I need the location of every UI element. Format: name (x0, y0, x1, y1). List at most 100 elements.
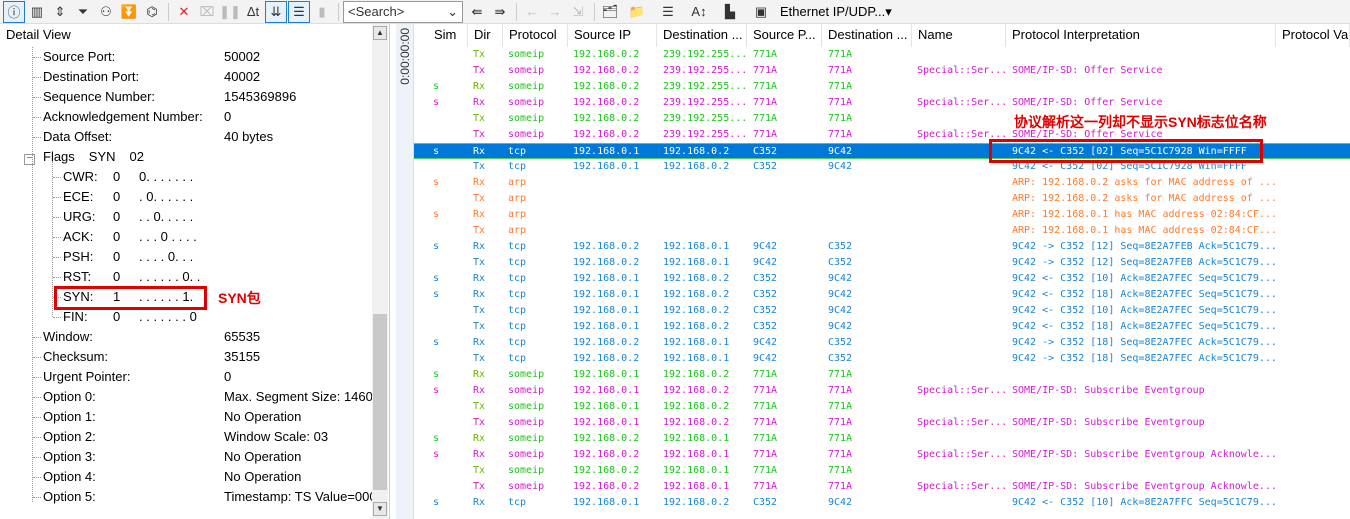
back-button[interactable]: ← (521, 1, 543, 23)
tree-item[interactable]: Sequence Number: 1545369896 (33, 87, 340, 107)
network-button[interactable]: ▣ (746, 1, 776, 23)
detail-scrollbar-thumb[interactable] (373, 314, 387, 490)
tree-item[interactable]: Data Offset: 40 bytes (33, 127, 340, 147)
flag-item-cwr[interactable]: CWR: 0 0. . . . . . . (53, 167, 363, 187)
tree-item-flags[interactable]: − Flags SYN 02 (24, 147, 144, 167)
column-header-protocol-interpretation[interactable]: Protocol Interpretation (1006, 24, 1276, 47)
table-row[interactable]: Tx someip 192.168.0.2 192.168.0.1 771A 771A Sp… (414, 479, 1350, 495)
cell-source-ip: 192.168.0.1 (573, 497, 640, 508)
tree-item[interactable]: Source Port: 50002 (33, 47, 340, 67)
find-next-button[interactable]: ⇛ (489, 1, 511, 23)
split-button[interactable]: ⇕ (49, 1, 71, 23)
table-row[interactable]: Tx tcp 192.168.0.1 192.168.0.2 C352 9C42 9C42 … (414, 303, 1350, 319)
tree-item[interactable]: Option 3: No Operation (33, 447, 340, 467)
detail-view-button[interactable]: ⓘ (3, 0, 25, 23)
table-row[interactable]: s Rx tcp 192.168.0.1 192.168.0.2 C352 9C42 9C42… (414, 495, 1350, 511)
tree-item[interactable]: Option 2: Window Scale: 03 (33, 427, 340, 447)
pause-button[interactable]: ❚❚ (219, 1, 241, 23)
table-row[interactable]: s Rx someip 192.168.0.1 192.168.0.2 771A 771A S… (414, 383, 1350, 399)
tree-item[interactable]: Acknowledgement Number: 0 (33, 107, 340, 127)
globe-folder-button[interactable]: 📁 (622, 1, 652, 23)
flag-item-ece[interactable]: ECE: 0 . 0. . . . . . (53, 187, 363, 207)
tree-item[interactable]: Window: 65535 (33, 327, 340, 347)
flag-item-rst[interactable]: RST: 0 . . . . . . 0. . (53, 267, 363, 287)
table-row[interactable]: Tx someip 192.168.0.2 239.192.255... 771A 771… (414, 63, 1350, 79)
cell-source-port: C352 (753, 497, 778, 508)
column-header-protocol-va[interactable]: Protocol Va (1276, 24, 1350, 47)
flag-item-psh[interactable]: PSH: 0 . . . . 0. . . (53, 247, 363, 267)
binoculars-button[interactable]: ⌬ (141, 1, 163, 23)
cell-dir: Rx (473, 97, 486, 108)
flag-item-ack[interactable]: ACK: 0 . . . 0 . . . . (53, 227, 363, 247)
tree-item[interactable]: Option 0: Max. Segment Size: 1460 (33, 387, 373, 407)
font-size-button[interactable]: A↕ (684, 1, 714, 23)
cell-protocol: arp (508, 225, 527, 236)
filter-list-button[interactable]: ☰ (288, 0, 310, 23)
table-row[interactable]: Tx arp ARP: 192.168.0.1 has MAC address 02… (414, 223, 1350, 239)
filter-mail-button[interactable]: ⏷ (72, 1, 94, 23)
table-row[interactable]: s Rx arp ARP: 192.168.0.1 has MAC address 0… (414, 207, 1350, 223)
table-row[interactable]: Tx someip 192.168.0.2 192.168.0.1 771A 771A (414, 463, 1350, 479)
column-header-protocol[interactable]: Protocol (503, 24, 568, 47)
table-row[interactable]: Tx someip 192.168.0.1 192.168.0.2 771A 771A Sp… (414, 415, 1350, 431)
table-row[interactable]: s Rx tcp 192.168.0.2 192.168.0.1 9C42 C352 9C42… (414, 335, 1350, 351)
tree-item[interactable]: Urgent Pointer: 0 (33, 367, 340, 387)
scroll-bottom-button[interactable]: ▼ (373, 502, 387, 516)
column-header-name[interactable]: Name (912, 24, 1006, 47)
tree-item[interactable]: Option 4: No Operation (33, 467, 340, 487)
table-row[interactable]: Tx tcp 192.168.0.1 192.168.0.2 C352 9C42 9C42 … (414, 319, 1350, 335)
bar-filter-button[interactable]: ▮ (311, 1, 333, 23)
table-row[interactable]: s Rx someip 192.168.0.2 192.168.0.1 771A 771A S… (414, 447, 1350, 463)
tree-item[interactable]: Checksum: 35155 (33, 347, 340, 367)
cell-destination-ip: 239.192.255... (663, 65, 748, 76)
column-header-destination[interactable]: Destination ... (822, 24, 912, 47)
collapse-icon[interactable]: − (24, 154, 35, 165)
table-row[interactable]: s Rx tcp 192.168.0.1 192.168.0.2 C352 9C42 9C42… (414, 271, 1350, 287)
table-row[interactable]: s Rx someip 192.168.0.2 239.192.255... 771A 77… (414, 95, 1350, 111)
table-row[interactable]: Tx someip 192.168.0.2 239.192.255... 771A 771… (414, 47, 1350, 63)
table-row[interactable]: s Rx someip 192.168.0.1 192.168.0.2 771A 771A (414, 367, 1350, 383)
column-header-source-p[interactable]: Source P... (747, 24, 822, 47)
tree-item[interactable]: Option 1: No Operation (33, 407, 340, 427)
tree-item[interactable]: Option 5: Timestamp: TS Value=000 (33, 487, 377, 507)
cell-source-port: C352 (753, 161, 778, 172)
delta-time-button[interactable]: Δt (242, 1, 264, 23)
flag-item-fin[interactable]: FIN: 0 . . . . . . . 0 (53, 307, 363, 327)
column-header-dir[interactable]: Dir (468, 24, 503, 47)
cell-protocol: tcp (508, 146, 527, 157)
table-row[interactable]: s Rx arp ARP: 192.168.0.2 asks for MAC addr… (414, 175, 1350, 191)
tree-item[interactable]: Destination Port: 40002 (33, 67, 340, 87)
table-row[interactable]: Tx someip 192.168.0.1 192.168.0.2 771A 771A (414, 399, 1350, 415)
channel-selector[interactable]: Ethernet IP/UDP... (780, 4, 885, 19)
table-row[interactable]: s Rx tcp 192.168.0.2 192.168.0.1 9C42 C352 9C42… (414, 239, 1350, 255)
columns-button[interactable]: ☰ (653, 1, 683, 23)
statistics-button[interactable]: ▥ (26, 1, 48, 23)
search-input[interactable]: <Search> ⌄ (343, 0, 463, 23)
clear-button[interactable]: ⌧ (196, 1, 218, 23)
table-row[interactable]: Tx arp ARP: 192.168.0.2 asks for MAC addre… (414, 191, 1350, 207)
table-row[interactable]: Tx tcp 192.168.0.2 192.168.0.1 9C42 C352 9C42 … (414, 255, 1350, 271)
cell-destination-ip: 239.192.255... (663, 129, 748, 140)
flag-item-urg[interactable]: URG: 0 . . 0. . . . . (53, 207, 363, 227)
table-row[interactable]: s Rx tcp 192.168.0.1 192.168.0.2 C352 9C42 9C42… (414, 287, 1350, 303)
table-row[interactable]: s Rx someip 192.168.0.2 192.168.0.1 771A 771A (414, 431, 1350, 447)
cell-destination-ip: 192.168.0.1 (663, 257, 730, 268)
column-header-destination[interactable]: Destination ... (657, 24, 747, 47)
table-row[interactable]: s Rx someip 192.168.0.2 239.192.255... 771A 77… (414, 79, 1350, 95)
cell-sim: s (433, 273, 440, 284)
cell-dir: Tx (473, 113, 486, 124)
syn-highlight-box (54, 286, 207, 310)
filter-glasses-button[interactable]: ⚇ (95, 1, 117, 23)
scroll-top-button[interactable]: ▲ (373, 26, 387, 40)
find-prev-button[interactable]: ⇚ (466, 1, 488, 23)
scroll-down-button[interactable]: ⇊ (265, 0, 287, 23)
forward-button[interactable]: → (544, 1, 566, 23)
table-row[interactable]: Tx tcp 192.168.0.2 192.168.0.1 9C42 C352 9C42 … (414, 351, 1350, 367)
column-header-sim[interactable]: Sim (428, 24, 468, 47)
mail-folder-button[interactable]: 🗂 (599, 1, 621, 23)
column-header-source-ip[interactable]: Source IP (568, 24, 657, 47)
delete-button[interactable]: ✕ (173, 1, 195, 23)
insert-button[interactable]: ⇲ (567, 1, 589, 23)
layout-button[interactable]: ▙ (715, 1, 745, 23)
filter-sort-button[interactable]: ⏬ (118, 1, 140, 23)
